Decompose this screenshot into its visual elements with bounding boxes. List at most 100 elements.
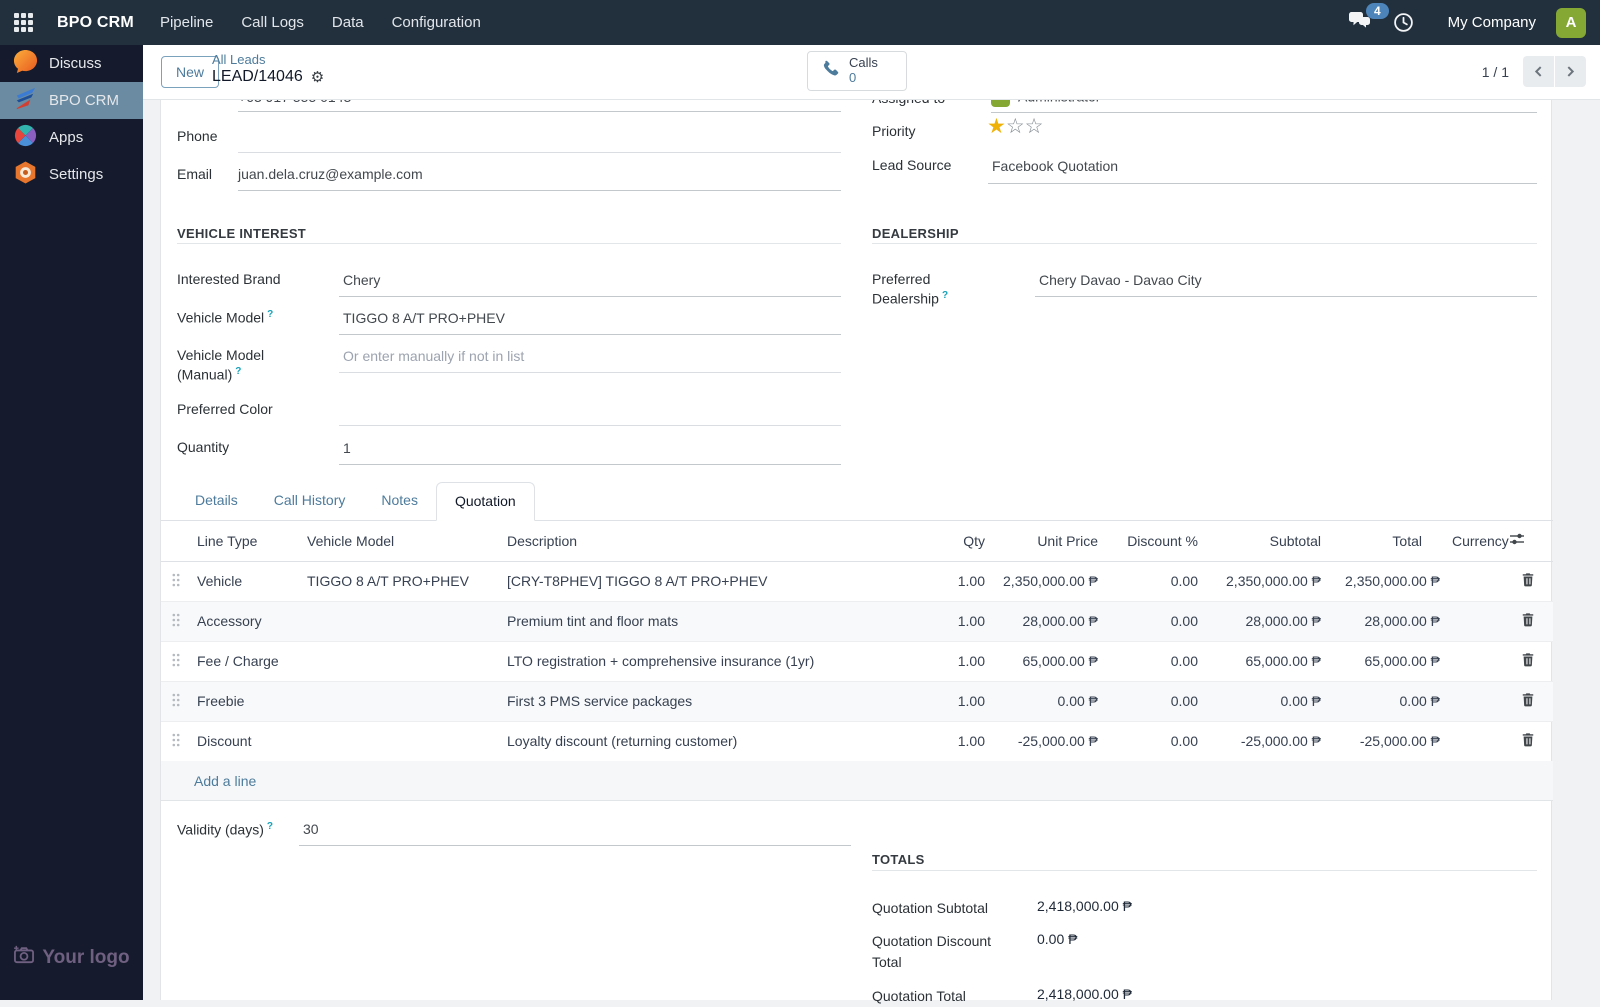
email-input[interactable]: juan.dela.cruz@example.com — [238, 166, 841, 182]
cell-discount[interactable]: 0.00 — [1104, 681, 1204, 721]
drag-handle[interactable] — [161, 601, 191, 641]
cell-line-type[interactable]: Fee / Charge — [191, 641, 301, 681]
col-unit-price[interactable]: Unit Price — [991, 521, 1104, 562]
col-discount[interactable]: Discount % — [1104, 521, 1204, 562]
lead-source-input[interactable]: Facebook Quotation — [992, 158, 1118, 174]
tab-details[interactable]: Details — [177, 482, 256, 520]
cell-vehicle-model[interactable] — [301, 641, 501, 681]
star-empty-icon[interactable]: ☆ — [1025, 115, 1044, 138]
add-a-line-link[interactable]: Add a line — [194, 773, 256, 789]
drag-handle[interactable] — [161, 641, 191, 681]
menu-pipeline[interactable]: Pipeline — [158, 10, 215, 35]
delete-line-icon[interactable] — [1503, 721, 1553, 761]
sidebar-item-bpo-crm[interactable]: BPO CRM — [0, 82, 143, 119]
quantity-input[interactable]: 1 — [343, 440, 351, 456]
new-button[interactable]: New — [161, 56, 220, 88]
cell-qty[interactable]: 1.00 — [951, 641, 991, 681]
cell-line-type[interactable]: Freebie — [191, 681, 301, 721]
app-name[interactable]: BPO CRM — [57, 14, 134, 32]
cell-unit-price[interactable]: 65,000.00 ₱ — [991, 641, 1104, 681]
vehicle-model-input[interactable]: TIGGO 8 A/T PRO+PHEV — [343, 310, 505, 326]
col-line-type[interactable]: Line Type — [191, 521, 301, 562]
cell-description[interactable]: Loyalty discount (returning customer) — [501, 721, 951, 761]
cell-discount[interactable]: 0.00 — [1104, 641, 1204, 681]
cell-description[interactable]: [CRY-T8PHEV] TIGGO 8 A/T PRO+PHEV — [501, 561, 951, 601]
cell-total[interactable]: -25,000.00 ₱ — [1327, 721, 1446, 761]
cell-qty[interactable]: 1.00 — [951, 561, 991, 601]
cell-discount[interactable]: 0.00 — [1104, 601, 1204, 641]
delete-line-icon[interactable] — [1503, 641, 1553, 681]
gear-icon[interactable]: ⚙ — [311, 68, 324, 86]
tab-notes[interactable]: Notes — [363, 482, 436, 520]
col-qty[interactable]: Qty — [951, 521, 991, 562]
star-empty-icon[interactable]: ☆ — [1006, 115, 1025, 138]
tab-call-history[interactable]: Call History — [256, 482, 364, 520]
help-icon[interactable]: ? — [235, 366, 241, 377]
cell-subtotal[interactable]: 0.00 ₱ — [1204, 681, 1327, 721]
optional-columns-icon[interactable] — [1503, 521, 1553, 562]
validity-input[interactable]: 30 — [303, 821, 319, 837]
cell-subtotal[interactable]: 65,000.00 ₱ — [1204, 641, 1327, 681]
preferred-dealership-input[interactable]: Chery Davao - Davao City — [1039, 272, 1202, 288]
col-currency[interactable]: Currency — [1446, 521, 1509, 562]
cell-vehicle-model[interactable] — [301, 601, 501, 641]
your-logo[interactable]: Your logo — [0, 945, 143, 970]
col-description[interactable]: Description — [501, 521, 951, 562]
cell-total[interactable]: 0.00 ₱ — [1327, 681, 1446, 721]
col-subtotal[interactable]: Subtotal — [1204, 521, 1327, 562]
cell-qty[interactable]: 1.00 — [951, 721, 991, 761]
cell-line-type[interactable]: Discount — [191, 721, 301, 761]
menu-call-logs[interactable]: Call Logs — [239, 10, 306, 35]
star-filled-icon[interactable]: ★ — [987, 115, 1006, 138]
delete-line-icon[interactable] — [1503, 601, 1553, 641]
cell-discount[interactable]: 0.00 — [1104, 561, 1204, 601]
menu-configuration[interactable]: Configuration — [390, 10, 483, 35]
cell-discount[interactable]: 0.00 — [1104, 721, 1204, 761]
cell-description[interactable]: LTO registration + comprehensive insuran… — [501, 641, 951, 681]
help-icon[interactable]: ? — [267, 309, 273, 320]
cell-total[interactable]: 28,000.00 ₱ — [1327, 601, 1446, 641]
menu-data[interactable]: Data — [330, 10, 366, 35]
cell-unit-price[interactable]: 0.00 ₱ — [991, 681, 1104, 721]
cell-vehicle-model[interactable] — [301, 681, 501, 721]
cell-qty[interactable]: 1.00 — [951, 681, 991, 721]
help-icon[interactable]: ? — [942, 290, 948, 301]
interested-brand-input[interactable]: Chery — [343, 272, 380, 288]
cell-subtotal[interactable]: 28,000.00 ₱ — [1204, 601, 1327, 641]
cell-subtotal[interactable]: -25,000.00 ₱ — [1204, 721, 1327, 761]
delete-line-icon[interactable] — [1503, 681, 1553, 721]
cell-description[interactable]: Premium tint and floor mats — [501, 601, 951, 641]
delete-line-icon[interactable] — [1503, 561, 1553, 601]
cell-line-type[interactable]: Accessory — [191, 601, 301, 641]
vehicle-model-manual-input[interactable]: Or enter manually if not in list — [343, 348, 524, 364]
calls-button[interactable]: Calls 0 — [807, 51, 907, 91]
cell-subtotal[interactable]: 2,350,000.00 ₱ — [1204, 561, 1327, 601]
tab-quotation[interactable]: Quotation — [435, 482, 535, 521]
messages-menu[interactable]: 4 — [1348, 2, 1389, 35]
cell-total[interactable]: 65,000.00 ₱ — [1327, 641, 1446, 681]
col-total[interactable]: Total — [1327, 521, 1446, 562]
sidebar-item-discuss[interactable]: Discuss — [0, 45, 143, 82]
help-icon[interactable]: ? — [267, 821, 273, 832]
drag-handle[interactable] — [161, 561, 191, 601]
cell-vehicle-model[interactable]: TIGGO 8 A/T PRO+PHEV — [301, 561, 501, 601]
user-avatar[interactable]: A — [1556, 7, 1586, 38]
cell-description[interactable]: First 3 PMS service packages — [501, 681, 951, 721]
breadcrumb-parent-link[interactable]: All Leads — [212, 52, 324, 67]
sidebar-item-apps[interactable]: Apps — [0, 119, 143, 156]
cell-unit-price[interactable]: 28,000.00 ₱ — [991, 601, 1104, 641]
cell-total[interactable]: 2,350,000.00 ₱ — [1327, 561, 1446, 601]
cell-unit-price[interactable]: 2,350,000.00 ₱ — [991, 561, 1104, 601]
cell-line-type[interactable]: Vehicle — [191, 561, 301, 601]
apps-grid-icon[interactable] — [14, 13, 33, 32]
activities-clock-icon[interactable] — [1393, 12, 1414, 33]
drag-handle[interactable] — [161, 721, 191, 761]
col-vehicle-model[interactable]: Vehicle Model — [301, 521, 501, 562]
company-switcher[interactable]: My Company — [1448, 14, 1536, 31]
cell-vehicle-model[interactable] — [301, 721, 501, 761]
pager-previous-button[interactable] — [1523, 56, 1554, 87]
cell-qty[interactable]: 1.00 — [951, 601, 991, 641]
cell-unit-price[interactable]: -25,000.00 ₱ — [991, 721, 1104, 761]
pager-next-button[interactable] — [1555, 56, 1586, 87]
sidebar-item-settings[interactable]: Settings — [0, 156, 143, 193]
